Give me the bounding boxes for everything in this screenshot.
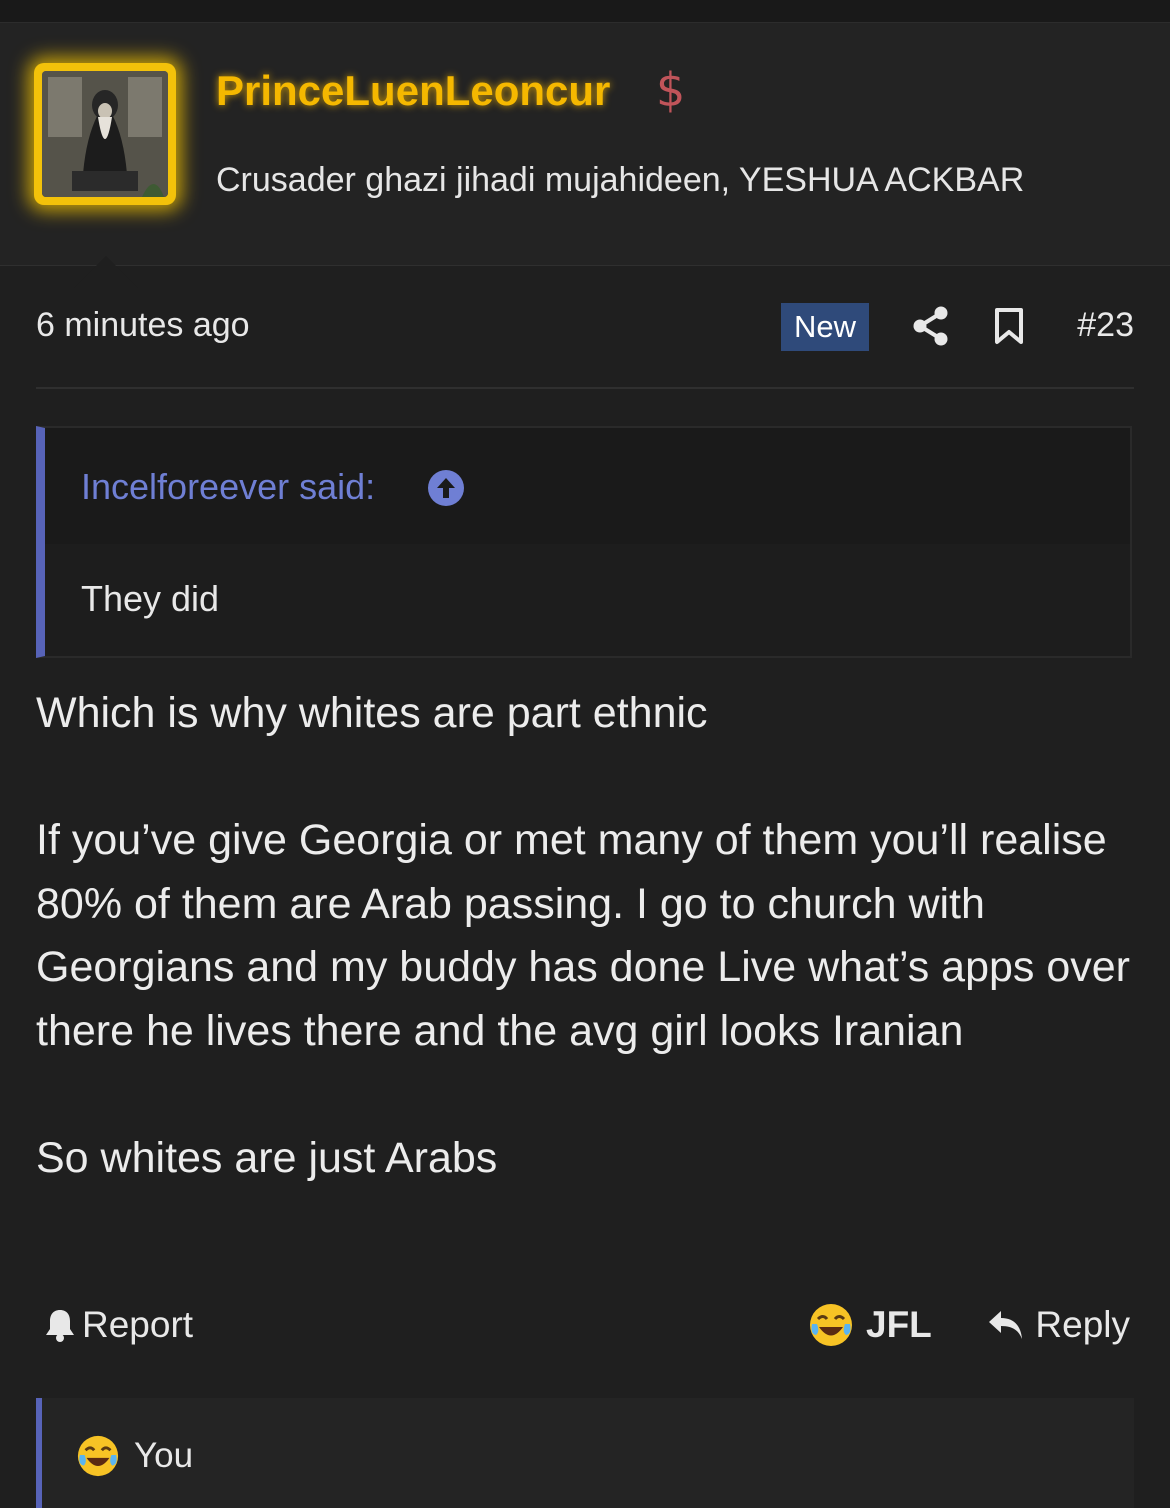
- report-button[interactable]: Report: [44, 1304, 193, 1346]
- quote-text: They did: [81, 578, 220, 619]
- bookmark-icon[interactable]: [994, 307, 1024, 350]
- quote-author-link[interactable]: Incelforeever said:: [81, 466, 375, 508]
- post-timestamp[interactable]: 6 minutes ago: [36, 306, 250, 345]
- top-bar: [0, 0, 1170, 23]
- header-pointer: [74, 256, 138, 288]
- share-icon[interactable]: [912, 306, 950, 351]
- bell-icon: [44, 1307, 76, 1343]
- message-paragraph: If you’ve give Georgia or met many of th…: [36, 816, 1131, 1055]
- new-badge: New: [781, 303, 869, 351]
- post-actions: Report JFL Reply: [36, 1300, 1134, 1356]
- reply-label: Reply: [1035, 1304, 1130, 1345]
- avatar-frame[interactable]: [34, 63, 176, 205]
- message-line: So whites are just Arabs: [36, 1133, 498, 1182]
- dollar-icon: $: [656, 63, 686, 117]
- quote-block: Incelforeever said: They did: [36, 426, 1132, 658]
- reactions-label: You: [134, 1436, 194, 1475]
- user-header: PrinceLuenLeoncur $ Crusader ghazi jihad…: [0, 23, 1170, 288]
- avatar-image: [42, 71, 168, 197]
- reply-arrow-icon: [987, 1309, 1025, 1341]
- username-link[interactable]: PrinceLuenLeoncur: [216, 67, 610, 115]
- tears-of-joy-emoji: [808, 1302, 854, 1348]
- post-number-link[interactable]: #23: [1077, 306, 1134, 345]
- jfl-reaction-button[interactable]: JFL: [808, 1302, 932, 1348]
- up-arrow-icon[interactable]: [428, 470, 464, 506]
- report-label: Report: [82, 1304, 194, 1345]
- quote-header: Incelforeever said:: [45, 428, 1130, 544]
- reactions-summary[interactable]: You: [76, 1434, 193, 1478]
- divider: [36, 387, 1134, 389]
- jfl-label: JFL: [866, 1304, 932, 1345]
- message-line: Which is why whites are part ethnic: [36, 689, 708, 737]
- user-title: Crusader ghazi jihadi mujahideen, YESHUA…: [216, 161, 1025, 199]
- avatar[interactable]: [42, 71, 168, 197]
- post-meta-row: 6 minutes ago New #23: [36, 296, 1134, 358]
- tears-of-joy-emoji: [76, 1434, 120, 1478]
- reply-button[interactable]: Reply: [987, 1304, 1130, 1346]
- post-message: Which is why whites are part ethnic If y…: [36, 682, 1136, 1190]
- reactions-bar[interactable]: You: [36, 1398, 1134, 1508]
